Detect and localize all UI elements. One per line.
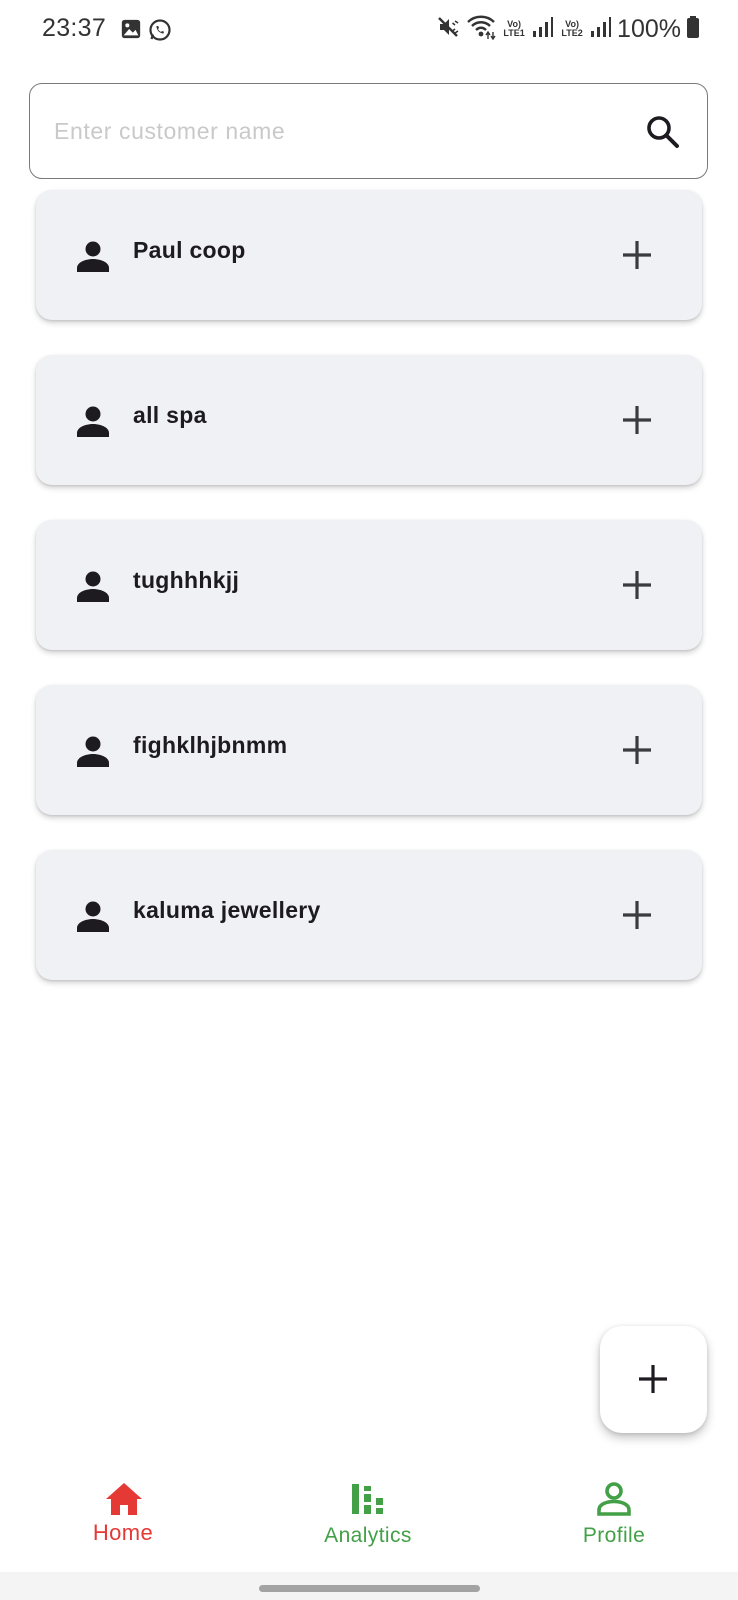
notification-icons [120, 18, 172, 46]
customer-name: Paul coop [133, 237, 246, 263]
customer-card[interactable]: Paul coop [36, 190, 702, 320]
gesture-bar [0, 1572, 738, 1600]
add-icon[interactable] [620, 568, 654, 602]
mute-icon [437, 15, 461, 43]
nav-label-home: Home [92, 1520, 154, 1545]
customer-name: kaluma jewellery [133, 897, 321, 923]
lte1-indicator: Vo) LTE1 [503, 19, 525, 38]
nav-item-analytics[interactable]: Analytics [268, 1462, 468, 1572]
customer-name: all spa [133, 402, 207, 428]
search-input[interactable] [52, 84, 616, 179]
customer-card[interactable]: kaluma jewellery [36, 850, 702, 980]
nav-item-profile[interactable]: Profile [514, 1462, 714, 1572]
analytics-icon [352, 1484, 383, 1514]
plus-icon [639, 1365, 667, 1393]
customer-card[interactable]: all spa [36, 355, 702, 485]
person-icon [76, 404, 110, 438]
status-time: 23:37 [42, 14, 107, 42]
wifi-icon [466, 14, 496, 44]
person-icon [76, 239, 110, 273]
bottom-navigation: Home Analytics Profile [0, 1462, 738, 1572]
battery-percent: 100% [617, 14, 681, 43]
home-gesture-handle[interactable] [259, 1585, 480, 1592]
signal-icon [590, 16, 612, 42]
person-icon [76, 569, 110, 603]
home-icon [106, 1483, 142, 1515]
customer-card[interactable]: tughhhkjj [36, 520, 702, 650]
gallery-icon [120, 18, 142, 46]
search-icon[interactable] [643, 112, 683, 152]
add-icon[interactable] [620, 898, 654, 932]
customer-name: fighklhjbnmm [133, 732, 288, 758]
add-icon[interactable] [620, 403, 654, 437]
signal-icon [532, 16, 554, 42]
customer-card[interactable]: fighklhjbnmm [36, 685, 702, 815]
system-icons: Vo) LTE1 Vo) LTE2 100% [437, 14, 700, 44]
person-icon [76, 734, 110, 768]
nav-label-profile: Profile [582, 1524, 646, 1547]
person-icon [76, 899, 110, 933]
add-icon[interactable] [620, 238, 654, 272]
add-customer-fab[interactable] [600, 1326, 707, 1433]
battery-icon [686, 15, 700, 43]
lte2-indicator: Vo) LTE2 [561, 19, 583, 38]
profile-icon [597, 1482, 631, 1516]
add-icon[interactable] [620, 733, 654, 767]
customer-name: tughhhkjj [133, 567, 240, 593]
search-box [29, 83, 708, 179]
nav-item-home[interactable]: Home [23, 1462, 223, 1572]
status-bar: 23:37 Vo) LTE1 Vo) LTE2 100% [0, 0, 738, 62]
whatsapp-icon [148, 18, 172, 46]
nav-label-analytics: Analytics [324, 1524, 412, 1547]
